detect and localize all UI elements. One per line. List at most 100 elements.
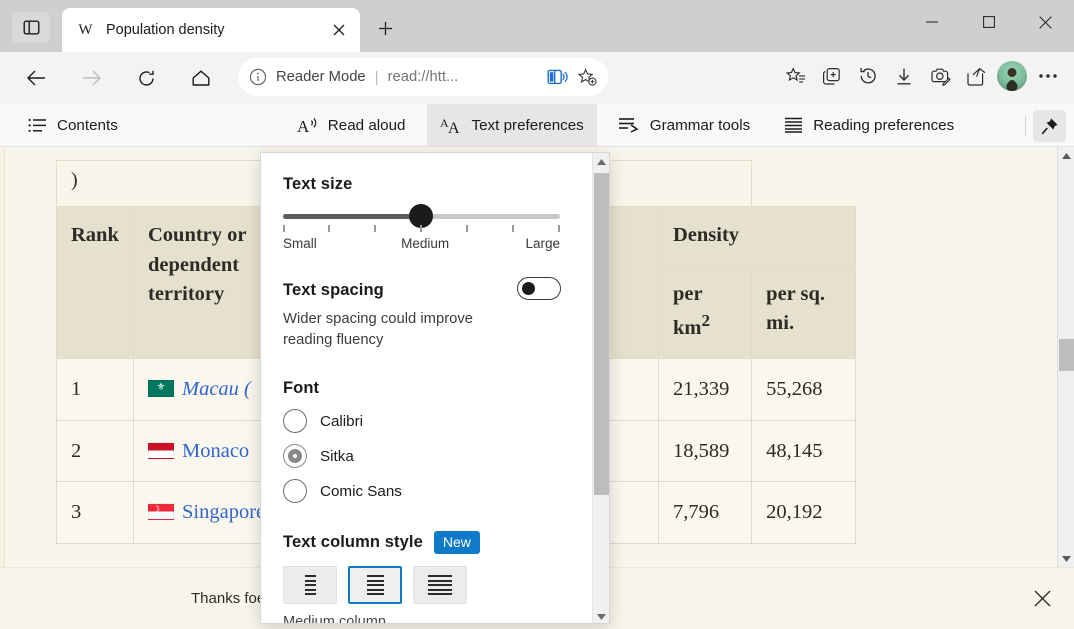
toggle-knob [522, 282, 535, 295]
flag-icon-monaco [148, 442, 174, 459]
tab-close-button[interactable] [328, 19, 350, 41]
country-link[interactable]: Singapore [182, 501, 265, 523]
text-preferences-popup: Text size Small Medium Large Text spacin… [260, 152, 610, 624]
browser-essentials-button[interactable] [814, 58, 850, 94]
header-per-sq-mi: per sq. mi. [752, 265, 856, 358]
favorites-list-icon [786, 67, 806, 85]
site-info-icon[interactable] [244, 63, 272, 91]
reader-contents-button[interactable]: Contents [15, 104, 131, 147]
forward-button [74, 61, 108, 95]
slider-fill [283, 214, 421, 219]
text-preferences-content: Text size Small Medium Large Text spacin… [261, 153, 594, 624]
close-window-button[interactable] [1017, 0, 1074, 44]
back-button[interactable] [19, 61, 53, 95]
reader-grammar-tools-button[interactable]: Grammar tools [605, 104, 763, 147]
slider-labels: Small Medium Large [283, 236, 560, 251]
radio-icon[interactable] [283, 409, 307, 433]
close-icon [1034, 590, 1051, 607]
plus-icon [378, 21, 393, 36]
slider-ticks [283, 225, 560, 233]
reader-grammar-tools-label: Grammar tools [650, 117, 750, 134]
country-link[interactable]: Macau ( [182, 378, 251, 400]
tab-search-button[interactable] [12, 12, 50, 43]
text-size-slider[interactable]: Small Medium Large [283, 214, 560, 251]
popup-scrollbar-thumb[interactable] [594, 173, 609, 495]
popup-scroll-down-button[interactable] [593, 608, 610, 624]
font-option-comic-sans[interactable]: Comic Sans [283, 479, 594, 503]
read-aloud-icon: A [297, 116, 318, 135]
header-density: Density [659, 207, 856, 266]
page-left-margin-stripe [0, 147, 5, 629]
scrollbar-thumb[interactable] [1059, 339, 1074, 371]
chevron-down-icon [597, 614, 606, 620]
profile-avatar[interactable] [997, 61, 1027, 91]
column-style-medium-button[interactable] [348, 566, 402, 604]
toolbar-right-icons [778, 58, 1066, 94]
cell-per-sq-mi: 20,192 [752, 482, 856, 544]
text-spacing-toggle[interactable] [517, 277, 561, 300]
country-link[interactable]: Monaco [182, 440, 249, 462]
cell-per-sq-mi: 48,145 [752, 420, 856, 482]
new-badge: New [434, 531, 480, 554]
reader-reading-preferences-label: Reading preferences [813, 117, 954, 134]
page-scrollbar[interactable] [1057, 147, 1074, 567]
chevron-up-icon [1062, 153, 1071, 159]
column-style-narrow-button[interactable] [283, 566, 337, 604]
reader-contents-label: Contents [57, 117, 118, 134]
minimize-button[interactable] [903, 0, 960, 44]
pin-toolbar-button[interactable] [1033, 110, 1066, 142]
browser-tab[interactable]: W Population density [62, 8, 360, 52]
collections-favorites-button[interactable] [778, 58, 814, 94]
slider-track[interactable] [283, 214, 560, 219]
refresh-button[interactable] [129, 61, 163, 95]
reader-reading-preferences-button[interactable]: Reading preferences [771, 104, 967, 147]
scroll-down-button[interactable] [1058, 550, 1074, 567]
tab-search-icon [23, 19, 40, 36]
reader-mode-label: Reader Mode [276, 69, 366, 85]
text-spacing-section: Text spacing Wider spacing could improve… [283, 281, 583, 351]
address-bar[interactable]: Reader Mode | read://htt... [238, 58, 608, 96]
font-option-label: Calibri [320, 413, 363, 430]
reader-toolbar: Contents A Read aloud A A Text preferenc… [0, 104, 1074, 147]
grammar-tools-icon [618, 117, 640, 133]
slider-label-medium: Medium [401, 236, 449, 251]
screenshot-button[interactable] [922, 58, 958, 94]
home-icon [191, 69, 211, 87]
wide-column-icon [428, 575, 452, 595]
back-arrow-icon [26, 69, 47, 87]
tab-favicon-wikipedia: W [76, 21, 95, 40]
downloads-button[interactable] [886, 58, 922, 94]
radio-icon[interactable] [283, 479, 307, 503]
reader-read-aloud-button[interactable]: A Read aloud [284, 104, 419, 147]
text-column-style-section: Text column style New [283, 531, 594, 554]
maximize-button[interactable] [960, 0, 1017, 44]
slider-label-small: Small [283, 236, 317, 251]
font-section: Font Calibri Sitka Comic Sans [283, 379, 594, 503]
feedback-close-button[interactable] [1024, 581, 1060, 617]
read-aloud-address-button[interactable] [542, 62, 572, 92]
scroll-up-button[interactable] [1058, 147, 1074, 164]
per-km2-text: per km [673, 283, 702, 340]
radio-icon-selected[interactable] [283, 444, 307, 468]
reader-text-preferences-label: Text preferences [472, 117, 584, 134]
star-plus-icon [577, 68, 597, 87]
reader-text-preferences-button[interactable]: A A Text preferences [427, 104, 597, 147]
font-option-calibri[interactable]: Calibri [283, 409, 594, 433]
maximize-icon [983, 16, 995, 28]
cell-per-km2: 18,589 [659, 420, 752, 482]
column-style-wide-button[interactable] [413, 566, 467, 604]
add-favorite-button[interactable] [572, 62, 602, 92]
share-button[interactable] [958, 58, 994, 94]
popup-scroll-up-button[interactable] [593, 153, 610, 170]
home-button[interactable] [184, 61, 218, 95]
font-option-sitka[interactable]: Sitka [283, 444, 594, 468]
svg-text:A: A [297, 117, 310, 135]
new-tab-button[interactable] [370, 14, 400, 42]
settings-and-more-button[interactable] [1030, 58, 1066, 94]
pin-icon [1040, 117, 1059, 136]
reader-read-aloud-label: Read aloud [328, 117, 406, 134]
popup-scrollbar[interactable] [592, 153, 609, 624]
history-button[interactable] [850, 58, 886, 94]
header-rank: Rank [57, 207, 134, 359]
text-column-style-options [283, 566, 594, 604]
